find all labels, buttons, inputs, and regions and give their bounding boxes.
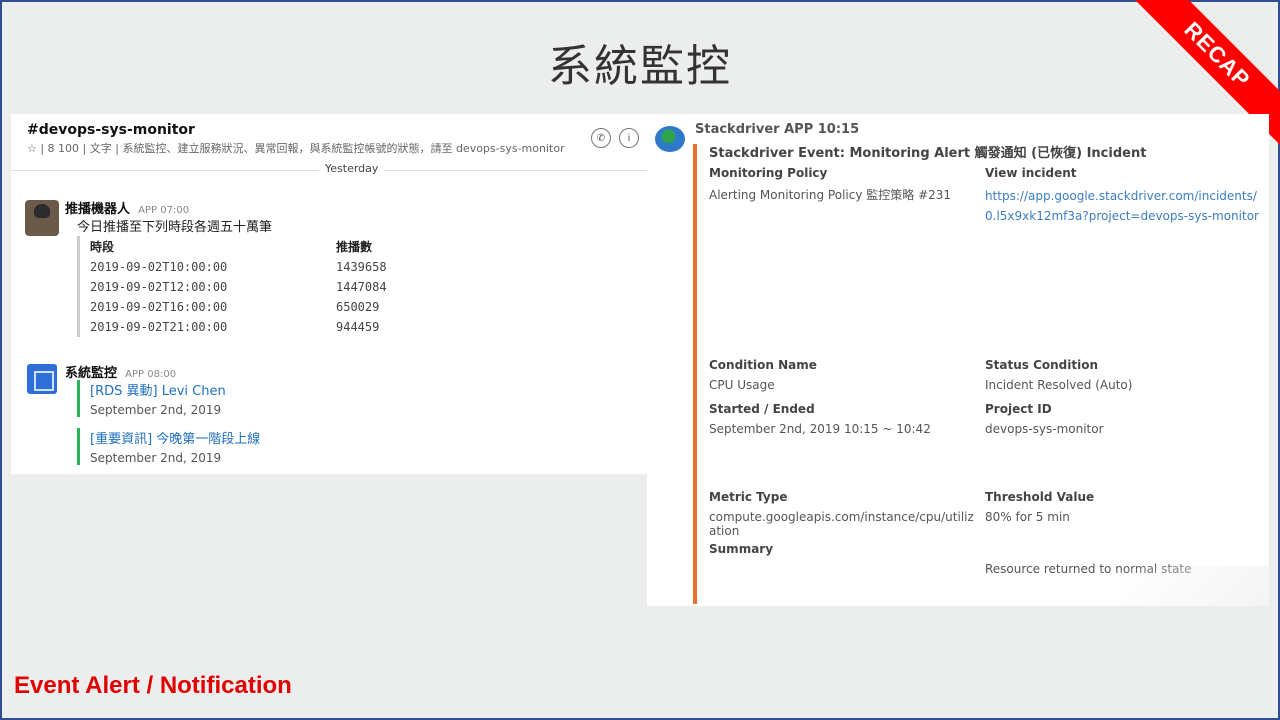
col-header-count: 推播數 [336,240,373,254]
field-value: CPU Usage [709,378,775,392]
message-time: APP 07:00 [138,205,190,216]
globe-icon [655,126,685,152]
incident-link[interactable]: https://app.google.stackdriver.com/incid… [985,186,1261,226]
field-value: Alerting Monitoring Policy 監控策略 #231 [709,188,952,202]
bot-avatar[interactable] [25,200,59,236]
table-row: 2019-09-02T21:00:00 944459 [90,317,387,337]
fade-overlay [1119,566,1269,606]
chat-panel: #devops-sys-monitor ☆ | 8 100 | 文字 | 系統監… [11,114,647,474]
notice-link[interactable]: [RDS 異動] Levi Chen [90,380,226,399]
cell-period: 2019-09-02T21:00:00 [90,320,228,334]
cell-count: 650029 [336,300,380,314]
notice-date: September 2nd, 2019 [90,451,222,465]
channel-name[interactable]: #devops-sys-monitor [27,122,637,138]
phone-icon[interactable]: ✆ [591,128,611,148]
cell-count: 944459 [336,320,380,334]
message-text: 今日推播至下列時段各週五十萬筆 [77,220,273,235]
field-label: Metric Type [709,490,788,504]
field-label: Project ID [985,402,1052,416]
notice-card: [重要資訊] 今晚第一階段上線 September 2nd, 2019 [77,428,260,465]
sender-name[interactable]: 推播機器人 [65,202,130,217]
stats-table: 時段 推播數 2019-09-02T10:00:00 1439658 2019-… [77,236,387,337]
info-icon[interactable]: i [619,128,639,148]
message-time: APP 08:00 [125,369,177,380]
alert-title: Stackdriver Event: Monitoring Alert 觸發通知… [709,146,1147,161]
cell-period: 2019-09-02T12:00:00 [90,280,228,294]
table-row: 2019-09-02T12:00:00 1447084 [90,277,387,297]
sender-name[interactable]: 系統監控 [65,366,117,381]
notice-card: [RDS 異動] Levi Chen September 2nd, 2019 [77,380,226,417]
field-value: compute.googleapis.com/instance/cpu/util… [709,510,974,538]
cell-period: 2019-09-02T16:00:00 [90,300,228,314]
slide-title: 系統監控 [548,41,732,92]
alert-detail-panel: Stackdriver APP 10:15 Stackdriver Event:… [647,114,1269,606]
table-row: 2019-09-02T10:00:00 1439658 [90,257,387,277]
sender-line: 系統監控 APP 08:00 [65,362,176,381]
field-label: Status Condition [985,358,1099,372]
footer-label: Event Alert / Notification [14,672,292,699]
field-value: 80% for 5 min [985,510,1070,524]
cell-period: 2019-09-02T10:00:00 [90,260,228,274]
col-header-period: 時段 [90,240,115,254]
notice-date: September 2nd, 2019 [90,403,222,417]
alert-bot-name[interactable]: Stackdriver APP 10:15 [695,122,859,137]
notice-link[interactable]: [重要資訊] 今晚第一階段上線 [90,428,260,447]
field-label: Monitoring Policy [709,166,828,180]
sender-line: 推播機器人 APP 07:00 [65,198,189,217]
day-label: Yesterday [319,162,385,175]
channel-meta: ☆ | 8 100 | 文字 | 系統監控、建立服務狀況、異常回報，與系統監控帳… [27,142,565,155]
field-label: View incident [985,166,1077,180]
table-header-row: 時段 推播數 [90,236,387,257]
cell-count: 1439658 [336,260,387,274]
cell-count: 1447084 [336,280,387,294]
header-actions: ✆ i [591,128,639,148]
field-label: Threshold Value [985,490,1095,504]
channel-header: #devops-sys-monitor ☆ | 8 100 | 文字 | 系統監… [27,122,637,156]
field-value: September 2nd, 2019 10:15 ~ 10:42 [709,422,931,436]
monitor-avatar[interactable] [27,364,57,394]
table-row: 2019-09-02T16:00:00 650029 [90,297,387,317]
field-value: Incident Resolved (Auto) [985,378,1133,392]
attachment-accent-bar [693,144,697,604]
field-label: Condition Name [709,358,817,372]
field-label: Summary [709,542,774,556]
field-value: devops-sys-monitor [985,422,1104,436]
field-label: Started / Ended [709,402,815,416]
